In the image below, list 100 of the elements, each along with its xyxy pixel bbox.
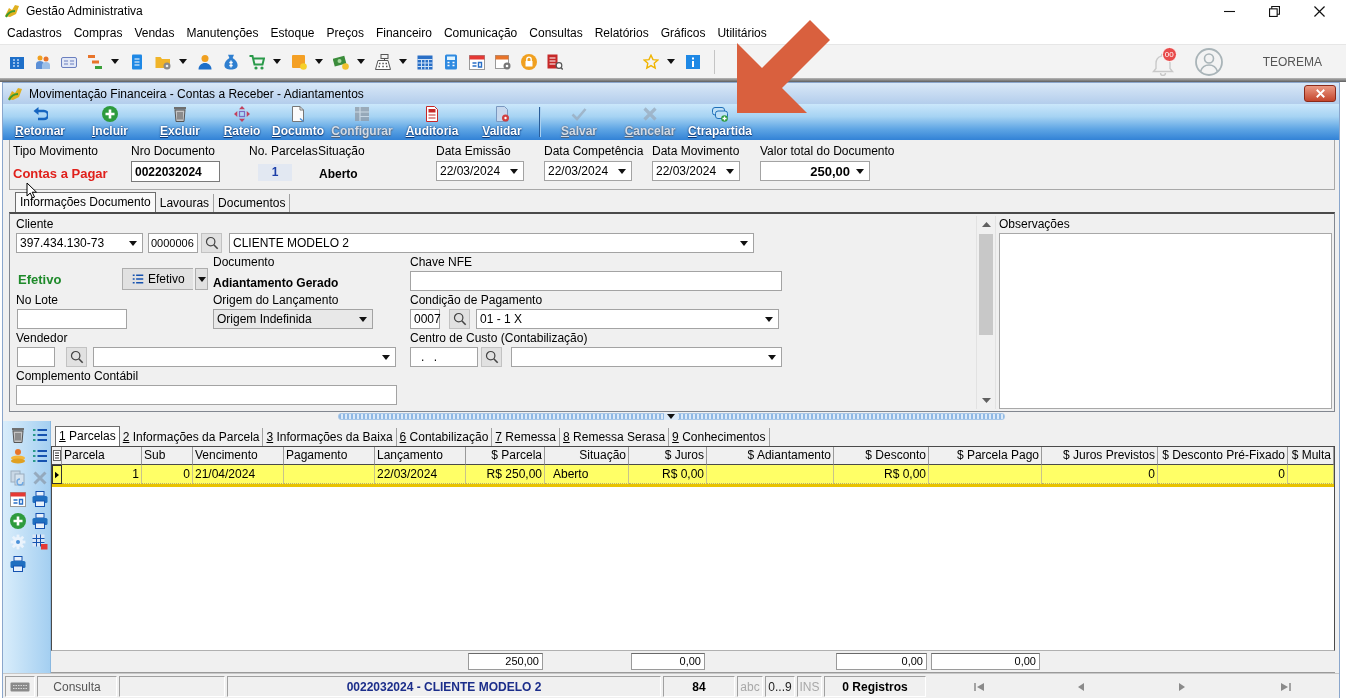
menu-item[interactable]: Manutenções [180,24,265,42]
last-record-icon[interactable] [1279,681,1292,692]
column-chooser-icon[interactable] [52,450,61,461]
scroll-up-icon[interactable] [981,222,991,227]
window-title: Movimentação Financeira - Contas a Receber - Adiantamentos [29,86,364,101]
report-search-icon[interactable] [547,53,563,70]
list-icon[interactable] [32,426,48,443]
cost-center-combo[interactable] [511,347,782,367]
people-icon[interactable] [35,53,51,70]
tab[interactable]: Informações Documento [15,192,156,212]
close-button[interactable] [1304,85,1336,102]
caret-icon[interactable] [315,59,323,64]
column-header[interactable]: Parcela [62,447,142,465]
column-header[interactable]: $ Juros Previstos [1042,447,1158,465]
menu-item[interactable]: Cadastros [1,24,68,42]
close-icon[interactable] [1314,5,1325,17]
caret-icon[interactable] [357,59,365,64]
document-number-field[interactable]: 0022032024 [131,161,220,182]
column-header[interactable]: $ Desconto Pré-Fixado [1158,447,1288,465]
menu-item[interactable]: Estoque [264,24,321,42]
menu-item[interactable]: Financeiro [369,24,438,42]
search-button[interactable] [481,347,502,367]
menu-item[interactable]: Vendas [128,24,181,42]
column-header[interactable]: $ Juros [629,447,707,465]
total-field[interactable]: 250,00 [760,161,870,181]
batch-field[interactable] [17,309,127,329]
notes-field[interactable] [999,233,1332,409]
date-picker[interactable]: 22/03/2024 [652,161,740,181]
menu-item[interactable]: Preços [320,24,370,42]
cash-icon[interactable] [333,53,349,70]
printer-icon[interactable] [10,555,26,572]
origin-combo[interactable]: Origem Indefinida [213,309,373,329]
person-icon[interactable] [197,53,213,70]
cash-register-icon[interactable] [375,53,391,70]
menu-item[interactable]: Compras [67,24,129,42]
caret-icon[interactable] [667,59,675,64]
search-button[interactable] [66,347,87,367]
grid-icon[interactable] [32,534,48,551]
seller-combo[interactable] [93,347,396,367]
menu-item[interactable]: Consultas [523,24,589,42]
nfe-key-field[interactable] [410,271,782,291]
column-header[interactable]: Pagamento [284,447,375,465]
client-combo[interactable]: CLIENTE MODELO 2 [229,233,754,253]
star-icon[interactable] [643,53,659,70]
caret-icon[interactable] [399,59,407,64]
menu-item[interactable]: Utilitários [711,24,773,42]
restore-icon[interactable] [1269,5,1280,17]
tab[interactable]: 1 Parcelas [55,426,120,446]
list-icon[interactable] [32,448,48,465]
code-field[interactable] [17,347,55,367]
column-header[interactable]: $ Desconto [834,447,929,465]
status-button[interactable]: Efetivo [122,268,193,290]
plus-icon[interactable] [10,512,26,529]
calculator-icon[interactable] [443,53,459,70]
info-icon[interactable] [685,53,701,70]
column-header[interactable]: Sub [142,447,193,465]
payment-combo[interactable]: 01 - 1 X [476,309,779,329]
money-bag-icon[interactable] [223,53,239,70]
complement-field[interactable] [16,385,397,405]
date-picker[interactable]: 22/03/2024 [436,161,524,181]
column-header[interactable]: Vencimento [193,447,284,465]
table-row[interactable]: 1 0 21/04/2024 22/03/2024 R$ 250,00 Aberto R$ 0,00 R$ 0,00 0 0 [52,465,1334,487]
caret-icon[interactable] [111,59,119,64]
printer-icon[interactable] [32,512,48,529]
column-header[interactable]: $ Parcela [466,447,545,465]
calendar-icon[interactable] [469,53,485,70]
column-header[interactable]: $ Parcela Pago [929,447,1042,465]
cost-center-field[interactable]: . . [410,347,478,367]
scroll-down-icon[interactable] [981,398,991,403]
code-field[interactable]: 0000006 [148,233,198,253]
column-header[interactable]: $ Multa [1288,447,1334,465]
dropdown-button[interactable] [195,268,208,290]
calendar-grid-icon[interactable] [417,53,433,70]
vertical-scrollbar[interactable] [976,216,996,409]
caret-icon [129,240,137,246]
date-picker[interactable]: 22/03/2024 [544,161,632,181]
document-combo[interactable]: 397.434.130-73 [16,233,143,253]
menu-item[interactable]: Relatórios [588,24,655,42]
code-field[interactable]: 0007 [410,309,440,329]
column-header[interactable]: $ Adiantamento [707,447,834,465]
menu-item[interactable]: Comunicação [437,24,524,42]
scrollbar-thumb[interactable] [979,234,993,335]
trash-icon[interactable] [10,426,26,443]
column-header[interactable]: Lançamento [375,447,466,465]
first-record-icon[interactable] [973,681,986,692]
caret-icon[interactable] [273,59,281,64]
caret-icon[interactable] [179,59,187,64]
calendar-gear-icon[interactable] [495,53,511,70]
search-button[interactable] [201,233,222,253]
document-icon[interactable] [129,53,145,70]
cart-icon[interactable] [249,53,265,70]
coins-icon[interactable] [10,448,26,465]
calendar-icon[interactable] [10,491,26,508]
field-label: Data Movimento [652,144,741,158]
printer-icon[interactable] [32,491,48,508]
hierarchy-icon[interactable] [87,53,103,70]
search-button[interactable] [449,309,470,329]
splitter-handle[interactable] [337,413,1005,420]
menu-item[interactable]: Gráficos [654,24,712,42]
column-header[interactable]: Situação [545,447,629,465]
